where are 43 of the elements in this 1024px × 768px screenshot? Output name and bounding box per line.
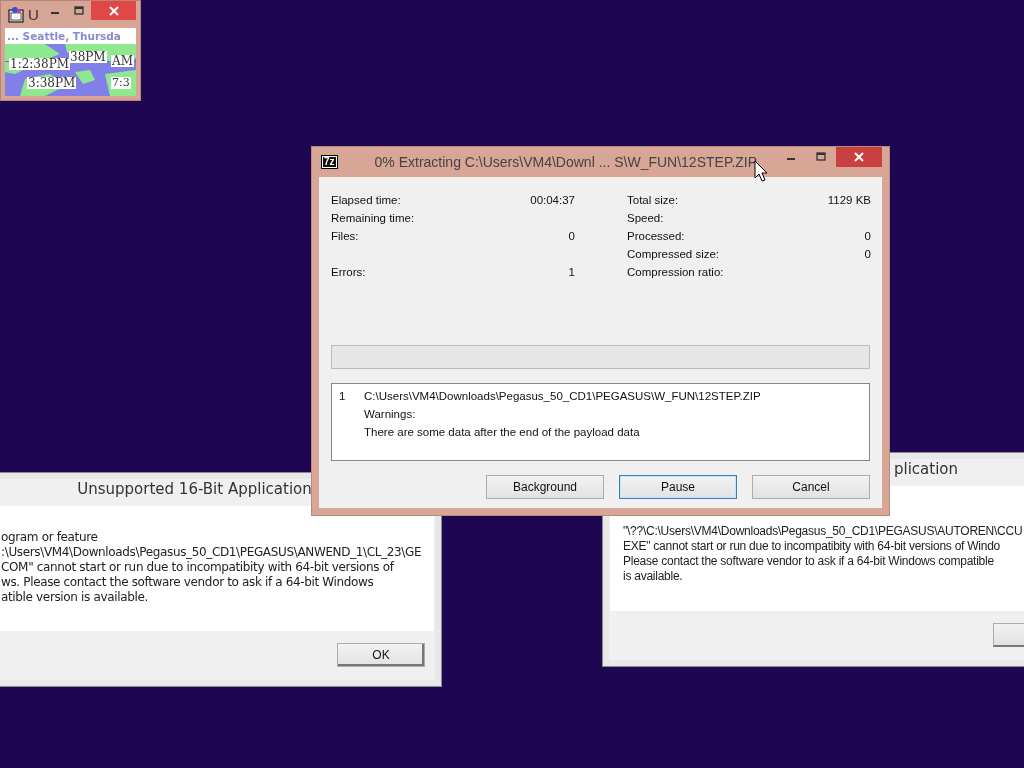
time-label: 3:38PM bbox=[27, 77, 77, 89]
time-label: 7:3 bbox=[111, 77, 131, 89]
time-label: 38PM bbox=[69, 51, 107, 63]
window-title: U bbox=[28, 6, 39, 23]
stat-value: 0 bbox=[567, 230, 575, 242]
stat-label: Speed: bbox=[627, 212, 665, 224]
stat-label: Elapsed time: bbox=[331, 194, 402, 206]
message-line: "\??\C:\Users\VM4\Downloads\Pegasus_50_CD1\PEGASUS\AUTOREN\CCU bbox=[623, 524, 1024, 539]
dialog-button[interactable]: Background bbox=[486, 475, 604, 499]
log-text: C:\Users\VM4\Downloads\Pegasus_50_CD1\PEGASUS\W_FUN\12STEP.ZIP bbox=[364, 389, 761, 404]
message-line: ws. Please contact the software vendor to ask if a 64-bit Windows bbox=[1, 575, 375, 590]
log-number: 1 bbox=[339, 389, 347, 404]
message-line: EXE" cannot start or run due to incompatibity with 64-bit versions of Windo bbox=[623, 539, 1002, 554]
location-header: ... Seattle, Thursda bbox=[6, 29, 122, 44]
time-label: 1:2:38PM bbox=[9, 58, 70, 70]
window-title: 0% Extracting C:\Users\VM4\Downl ... S\W_FUN\12STEP.ZIP bbox=[374, 154, 758, 170]
message-line: atible version is available. bbox=[1, 590, 149, 605]
app-icon: 7z bbox=[321, 155, 338, 169]
stat-value: 1129 KB bbox=[826, 194, 871, 206]
message-line: :\Users\VM4\Downloads\Pegasus_50_CD1\PEGASUS\ANWEND_1\CL_23\GE bbox=[1, 545, 423, 560]
stat-label: Remaining time: bbox=[331, 212, 416, 224]
stat-label: Total size: bbox=[627, 194, 680, 206]
stat-label: Processed: bbox=[627, 230, 686, 242]
dialog-title: Unsupported 16-Bit Application bbox=[76, 479, 313, 500]
log-text: There are some data after the end of the payload data bbox=[364, 425, 641, 440]
stat-label: Files: bbox=[331, 230, 360, 242]
ok-button[interactable]: OK bbox=[337, 643, 425, 667]
stat-value: 0 bbox=[863, 230, 871, 242]
dialog-title: plication bbox=[893, 459, 960, 480]
stat-label: Compressed size: bbox=[627, 248, 721, 260]
stat-value: 1 bbox=[567, 266, 575, 278]
message-line: ogram or feature bbox=[1, 530, 99, 545]
stat-value: 0 bbox=[863, 248, 871, 260]
dialog-button[interactable]: Cancel bbox=[752, 475, 870, 499]
stat-label: Compression ratio: bbox=[627, 266, 725, 278]
log-text: Warnings: bbox=[364, 407, 417, 422]
message-line: COM" cannot start or run due to incompatibity with 64-bit versions of bbox=[1, 560, 396, 575]
message-line: Please contact the software vendor to ask if a 64-bit Windows compatible bbox=[623, 554, 995, 569]
time-label: AM bbox=[111, 55, 134, 67]
message-line: is available. bbox=[623, 569, 684, 584]
dialog-button[interactable]: Pause bbox=[619, 475, 737, 499]
stat-value: 00:04:37 bbox=[529, 194, 575, 206]
stat-label: Errors: bbox=[331, 266, 367, 278]
